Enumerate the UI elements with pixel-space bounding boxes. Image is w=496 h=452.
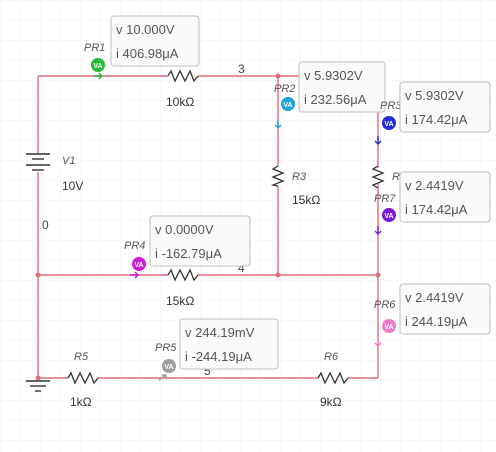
probe-current: i 244.19μA [405, 314, 468, 329]
probe-current: i 174.42μA [405, 202, 468, 217]
probe-current: i -244.19μA [185, 349, 252, 364]
junction-dot [35, 375, 41, 381]
junction-dot [275, 73, 281, 79]
probe-current: i -162.79μA [155, 246, 222, 261]
r3-value: 15kΩ [292, 193, 320, 207]
probe-badge: VA [384, 324, 393, 331]
node-label-0: 0 [42, 218, 49, 232]
probe-voltage: v 2.4419V [405, 290, 464, 305]
junction-dot [35, 272, 41, 278]
probe-current: i 232.56μA [304, 92, 367, 107]
probe-voltage: v 2.4419V [405, 178, 464, 193]
junction-dot [375, 272, 381, 278]
v1-name: V1 [62, 155, 75, 167]
v1-value: 10V [62, 179, 83, 193]
probe-badge: VA [384, 121, 393, 128]
probe-badge: VA [164, 364, 173, 371]
probe-voltage: v 5.9302V [405, 88, 464, 103]
r5-value: 1kΩ [70, 395, 92, 409]
probe-voltage: v 10.000V [116, 22, 175, 37]
r6-value: 9kΩ [320, 395, 342, 409]
probe-badge: VA [384, 213, 393, 220]
r1-value: 10kΩ [166, 95, 194, 109]
probe-name: PR1 [84, 42, 105, 54]
probe-name: PR5 [155, 342, 177, 354]
probe-voltage: v 244.19mV [185, 325, 255, 340]
node-label-3: 3 [238, 62, 245, 76]
circuit-canvas: V1 10V 10kΩ 15kΩ R3 15kΩ R4 R5 1kΩ R6 9k… [0, 0, 496, 452]
r2-value: 15kΩ [166, 294, 194, 308]
probe-name: PR3 [380, 100, 402, 112]
probe-current: i 406.98μA [116, 46, 179, 61]
probe-badge: VA [93, 63, 102, 70]
probe-name: PR7 [374, 193, 396, 205]
r5-name: R5 [74, 351, 89, 363]
probe-voltage: v 5.9302V [304, 68, 363, 83]
probe-current: i 174.42μA [405, 112, 468, 127]
probe-name: PR4 [124, 240, 145, 252]
junction-dot [275, 272, 281, 278]
probe-badge: VA [283, 102, 292, 109]
r3-name: R3 [292, 171, 307, 183]
probe-voltage: v 0.0000V [155, 222, 214, 237]
r6-name: R6 [324, 351, 339, 363]
probe-name: PR6 [374, 299, 396, 311]
probe-badge: VA [134, 262, 143, 269]
probe-name: PR2 [274, 83, 295, 95]
